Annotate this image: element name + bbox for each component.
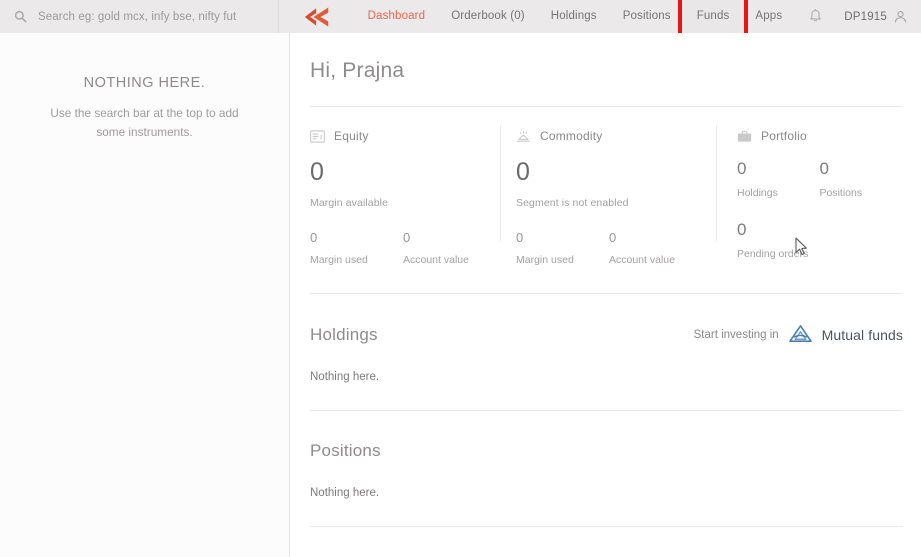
mutual-funds-promo-prefix: Start investing in xyxy=(693,328,779,341)
holdings-section-header: Holdings Start investing in Mutual funds xyxy=(310,324,903,345)
commodity-primary-value: 0 xyxy=(516,158,530,186)
commodity-account-value-label: Account value xyxy=(609,254,675,266)
commodity-card: Commodity 0 Segment is not enabled 0 Mar… xyxy=(500,125,716,266)
top-navigation-bar: Dashboard Orderbook (0) Holdings Positio… xyxy=(0,0,921,37)
equity-account-value-value: 0 xyxy=(403,230,411,245)
commodity-primary-label: Segment is not enabled xyxy=(516,197,629,209)
watchlist-empty-subtitle: Use the search bar at the top to add som… xyxy=(50,106,239,140)
portfolio-icon xyxy=(737,130,752,142)
portfolio-stats-row-1: 0 Holdings 0 Positions xyxy=(737,160,902,199)
commodity-sub-stats: 0 Margin used 0 Account value xyxy=(516,231,716,266)
commodity-icon xyxy=(517,130,530,142)
portfolio-card-header: Portfolio xyxy=(737,129,902,143)
search-bar[interactable] xyxy=(0,0,279,33)
equity-sub-stats: 0 Margin used 0 Account value xyxy=(310,231,516,266)
positions-section-header: Positions xyxy=(310,441,903,461)
page-title: Hi, Prajna xyxy=(310,59,405,82)
equity-account-value: 0 Account value xyxy=(403,231,496,266)
commodity-account-value: 0 Account value xyxy=(609,231,702,266)
portfolio-holdings-value: 0 xyxy=(737,159,747,178)
holdings-empty-text: Nothing here. xyxy=(310,371,380,383)
equity-account-value-label: Account value xyxy=(403,254,469,266)
nav-item-positions[interactable]: Positions xyxy=(610,0,684,33)
equity-card-title: Equity xyxy=(334,129,369,143)
search-icon xyxy=(14,10,27,23)
portfolio-stats-row-2: 0 Pending orders xyxy=(737,221,902,260)
user-icon xyxy=(894,11,907,23)
main-nav: Dashboard Orderbook (0) Holdings Positio… xyxy=(355,0,921,37)
summary-cards: Equity 0 Margin available 0 Margin used … xyxy=(310,107,903,293)
watchlist-sidebar: NOTHING HERE. Use the search bar at the … xyxy=(0,33,290,557)
divider xyxy=(310,526,903,527)
user-id-label: DP1915 xyxy=(844,10,887,23)
nav-item-funds[interactable]: Funds xyxy=(683,0,743,33)
equity-margin-used-value: 0 xyxy=(310,230,318,245)
portfolio-pending-orders-value: 0 xyxy=(737,220,747,239)
app-logo[interactable] xyxy=(279,0,355,33)
commodity-card-title: Commodity xyxy=(540,129,603,143)
portfolio-positions: 0 Positions xyxy=(820,160,903,199)
coin-mutual-funds-logo-icon xyxy=(788,325,812,342)
portfolio-holdings-label: Holdings xyxy=(737,187,778,199)
equity-card-header: Equity xyxy=(310,129,516,143)
equity-icon xyxy=(310,129,325,143)
commodity-margin-used-value: 0 xyxy=(516,230,524,245)
equity-margin-used-label: Margin used xyxy=(310,254,368,266)
mutual-funds-promo-name: Mutual funds xyxy=(821,326,903,343)
commodity-account-value-value: 0 xyxy=(609,230,617,245)
portfolio-holdings: 0 Holdings xyxy=(737,160,820,199)
main-content: Hi, Prajna Equity 0 Margin available 0 M… xyxy=(291,33,921,557)
positions-title: Positions xyxy=(310,441,381,460)
positions-empty-text: Nothing here. xyxy=(310,487,380,499)
commodity-margin-used-label: Margin used xyxy=(516,254,574,266)
equity-margin-available-value: 0 xyxy=(310,158,324,186)
portfolio-card-title: Portfolio xyxy=(761,129,807,143)
portfolio-positions-value: 0 xyxy=(819,159,829,178)
nav-item-orderbook[interactable]: Orderbook (0) xyxy=(438,0,538,33)
search-input[interactable] xyxy=(38,10,278,23)
portfolio-pending-orders: 0 Pending orders xyxy=(737,221,830,260)
bell-icon[interactable] xyxy=(809,9,822,24)
commodity-margin-used: 0 Margin used xyxy=(516,231,609,266)
kite-logo-icon xyxy=(304,6,329,27)
mutual-funds-promo-link[interactable]: Start investing in Mutual funds xyxy=(694,324,903,345)
portfolio-pending-orders-label: Pending orders xyxy=(737,248,809,260)
nav-item-holdings[interactable]: Holdings xyxy=(538,0,610,33)
watchlist-empty-title: NOTHING HERE. xyxy=(83,75,206,91)
portfolio-card: Portfolio 0 Holdings 0 Positions 0 Pendi… xyxy=(716,125,902,266)
commodity-card-header: Commodity xyxy=(516,129,716,143)
portfolio-positions-label: Positions xyxy=(819,187,863,199)
equity-card: Equity 0 Margin available 0 Margin used … xyxy=(310,129,516,266)
holdings-title: Holdings xyxy=(310,324,378,344)
equity-margin-used: 0 Margin used xyxy=(310,231,403,266)
holdings-section: Holdings Start investing in Mutual funds… xyxy=(310,294,903,410)
nav-item-funds-highlight-wrapper: Funds xyxy=(677,0,749,37)
nav-item-apps[interactable]: Apps xyxy=(742,0,795,33)
nav-item-dashboard[interactable]: Dashboard xyxy=(355,0,439,33)
user-menu[interactable]: DP1915 xyxy=(838,10,907,23)
equity-margin-available-label: Margin available xyxy=(310,197,389,209)
positions-section: Positions Nothing here. xyxy=(310,411,903,526)
kite-dashboard-page: Dashboard Orderbook (0) Holdings Positio… xyxy=(0,0,921,557)
